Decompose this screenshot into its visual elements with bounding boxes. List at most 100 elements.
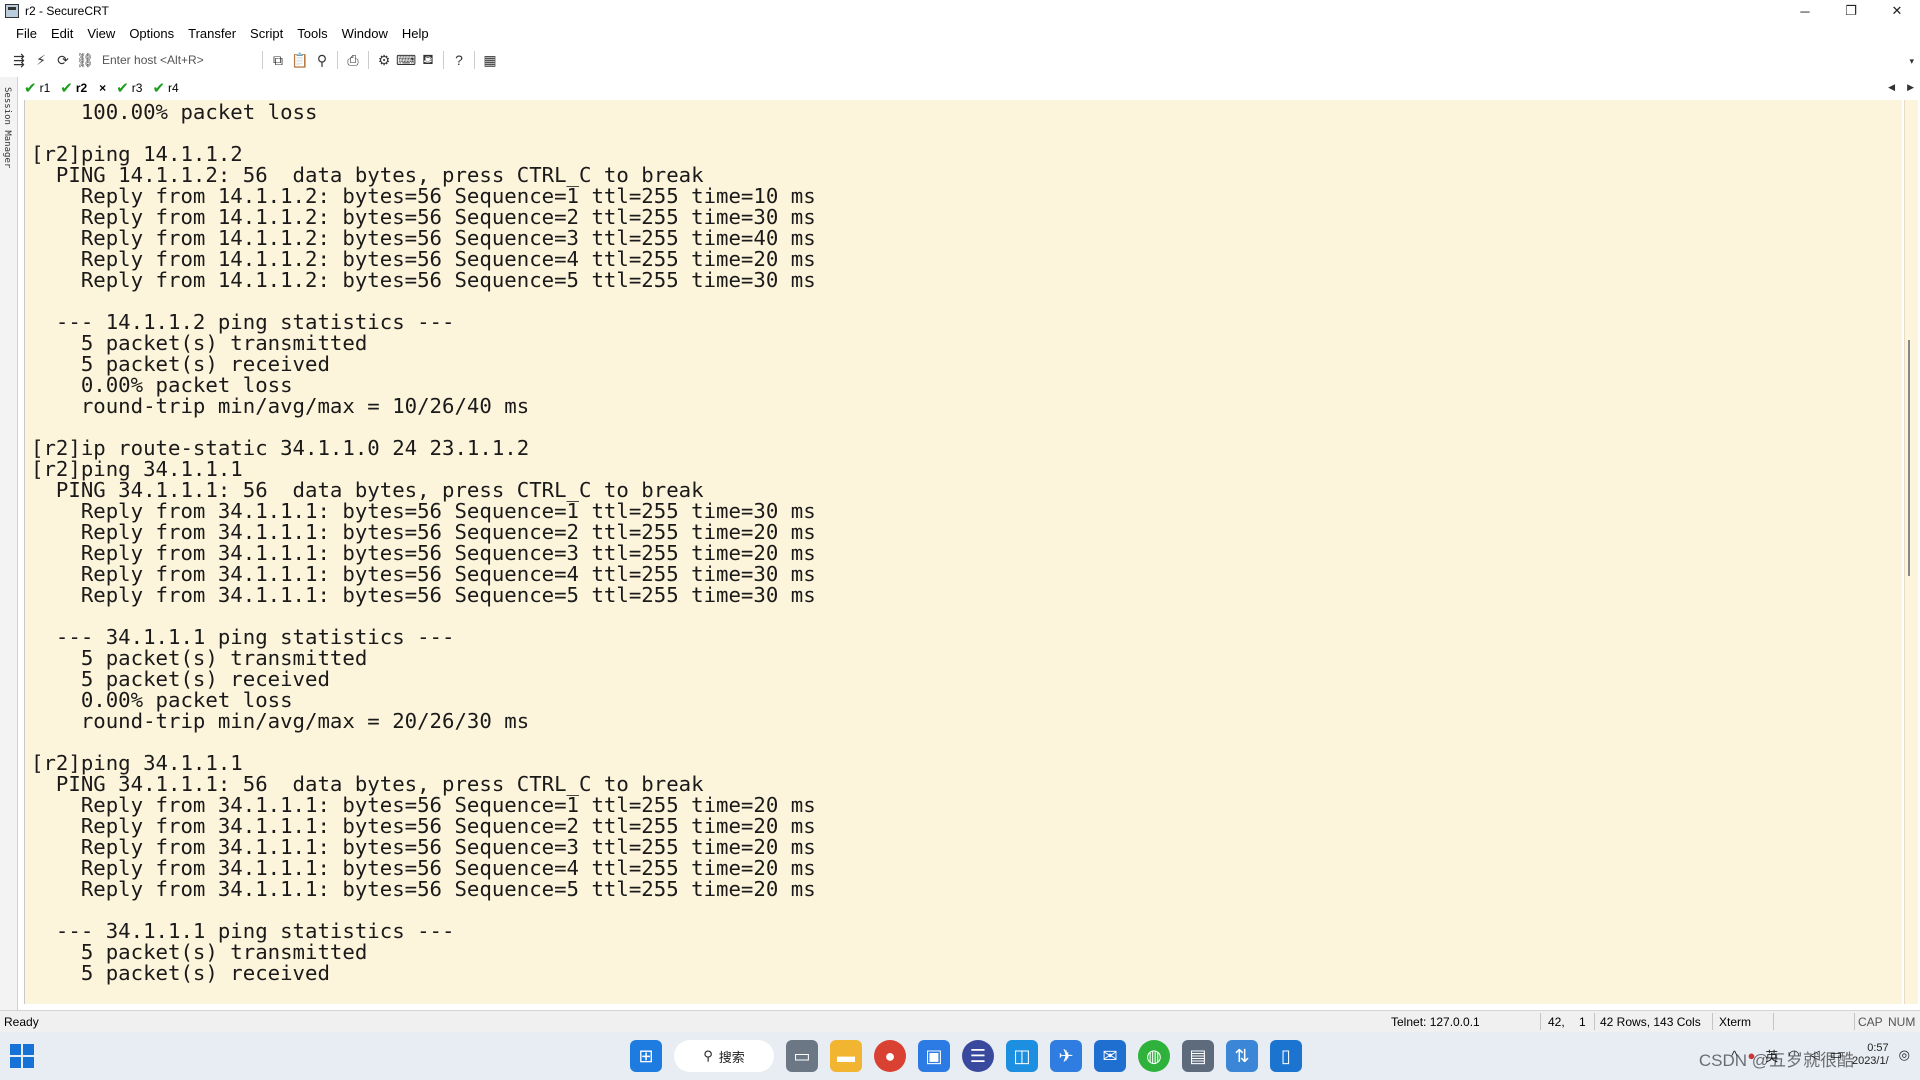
- scrollbar-thumb[interactable]: [1908, 340, 1910, 576]
- notification-icon[interactable]: ◎: [1899, 1047, 1910, 1063]
- pin-app-icon[interactable]: ✈: [1050, 1040, 1082, 1072]
- connected-check-icon: ✔: [116, 80, 129, 97]
- securecrt-taskbar-icon[interactable]: ▤: [1182, 1040, 1214, 1072]
- terminal-line: 5 packet(s) transmitted: [31, 646, 368, 670]
- tab-scroll-left-icon[interactable]: ◀: [1888, 82, 1895, 93]
- status-divider: [1854, 1013, 1855, 1030]
- window-title: r2 - SecureCRT: [25, 4, 109, 18]
- toolbar-overflow-icon[interactable]: ▾: [1909, 56, 1914, 67]
- securecrt-app-icon[interactable]: [5, 4, 19, 18]
- paste-icon[interactable]: 📋: [289, 50, 311, 70]
- terminal-line: [r2]ping 14.1.1.2: [31, 142, 243, 166]
- terminal-line: Reply from 34.1.1.1: bytes=56 Sequence=3…: [31, 835, 816, 859]
- find-icon[interactable]: ⚲: [311, 50, 333, 70]
- clock-time: 0:57: [1867, 1042, 1889, 1054]
- menu-file[interactable]: File: [0, 26, 44, 41]
- menu-tools[interactable]: Tools: [290, 26, 334, 41]
- session-manager-label: Session Manager: [2, 87, 12, 169]
- terminal-line: round-trip min/avg/max = 10/26/40 ms: [31, 394, 530, 418]
- menu-options[interactable]: Options: [122, 26, 181, 41]
- terminal-line: Reply from 34.1.1.1: bytes=56 Sequence=1…: [31, 499, 816, 523]
- start-icon[interactable]: [10, 1044, 34, 1068]
- screenshot-icon[interactable]: ▦: [479, 50, 501, 70]
- restore-button[interactable]: ❐: [1828, 0, 1874, 22]
- terminal-scrollbar[interactable]: [1904, 100, 1918, 1004]
- search-label: 搜索: [718, 1049, 745, 1065]
- store-icon[interactable]: ▣: [918, 1040, 950, 1072]
- terminal-line: Reply from 14.1.1.2: bytes=56 Sequence=2…: [31, 205, 816, 229]
- terminal-line: Reply from 34.1.1.1: bytes=56 Sequence=2…: [31, 520, 816, 544]
- tab-r1[interactable]: ✔ r1: [18, 78, 54, 98]
- chrome-icon[interactable]: ●: [874, 1040, 906, 1072]
- terminal-line: 5 packet(s) received: [31, 961, 330, 985]
- tab-scroll-controls: ◀ ▶: [1888, 82, 1914, 93]
- terminal-line: Reply from 34.1.1.1: bytes=56 Sequence=3…: [31, 541, 816, 565]
- terminal-line: --- 14.1.1.2 ping statistics ---: [31, 310, 455, 334]
- close-tab-icon[interactable]: ×: [99, 81, 106, 95]
- taskbar-search[interactable]: ⚲ 搜索: [674, 1040, 774, 1072]
- connected-check-icon: ✔: [24, 80, 37, 97]
- menu-window[interactable]: Window: [335, 26, 395, 41]
- phone-link-icon[interactable]: ▯: [1270, 1040, 1302, 1072]
- status-divider: [1540, 1013, 1541, 1030]
- toolbar-divider: [474, 51, 475, 69]
- csdn-watermark: CSDN @五岁就很酷: [1698, 1051, 1854, 1070]
- print-icon[interactable]: ⎙: [342, 50, 364, 70]
- keymap-icon[interactable]: ⌨: [395, 50, 417, 70]
- sftp-icon[interactable]: ⛾: [417, 50, 439, 70]
- window-controls: ─ ❐ ✕: [1782, 0, 1920, 22]
- tab-r3[interactable]: ✔ r3: [110, 78, 146, 98]
- network-tool-icon[interactable]: ⇅: [1226, 1040, 1258, 1072]
- minimize-button[interactable]: ─: [1782, 0, 1828, 22]
- tab-label: r1: [39, 81, 51, 95]
- remote-desktop-icon[interactable]: ◫: [1006, 1040, 1038, 1072]
- windows-logo-icon[interactable]: ⊞: [630, 1040, 662, 1072]
- host-input[interactable]: Enter host <Alt+R>: [102, 53, 252, 67]
- session-manager-strip[interactable]: Session Manager: [0, 77, 18, 1011]
- task-view-icon[interactable]: ▭: [786, 1040, 818, 1072]
- clock-date: 2023/1/: [1851, 1055, 1889, 1067]
- terminal-line: [r2]ping 34.1.1.1: [31, 457, 243, 481]
- menu-view[interactable]: View: [80, 26, 122, 41]
- terminal-view[interactable]: 100.00% packet loss [r2]ping 14.1.1.2 PIN…: [24, 100, 1902, 1004]
- quick-connect-icon[interactable]: ⚡: [30, 50, 52, 70]
- terminal-line: Reply from 34.1.1.1: bytes=56 Sequence=5…: [31, 583, 816, 607]
- taskbar-apps: ⊞ ⚲ 搜索 ▭ ▬ ● ▣ ☰ ◫ ✈ ✉ ◍ ▤ ⇅ ▯: [630, 1038, 1302, 1074]
- wechat-icon[interactable]: ◍: [1138, 1040, 1170, 1072]
- status-divider: [1594, 1013, 1595, 1030]
- status-cap: CAP: [1858, 1015, 1883, 1029]
- close-window-button[interactable]: ✕: [1874, 0, 1920, 22]
- status-terminal-type: Xterm: [1719, 1015, 1752, 1029]
- connect-icon[interactable]: ⇶: [8, 50, 30, 70]
- copy-icon[interactable]: ⧉: [267, 50, 289, 70]
- toolbar-divider: [262, 51, 263, 69]
- help-icon[interactable]: ?: [448, 50, 470, 70]
- menu-help[interactable]: Help: [395, 26, 436, 41]
- terminal-line: Reply from 34.1.1.1: bytes=56 Sequence=5…: [31, 877, 816, 901]
- terminal-line: PING 14.1.1.2: 56 data bytes, press CTRL…: [31, 163, 704, 187]
- menu-script[interactable]: Script: [243, 26, 290, 41]
- file-explorer-icon[interactable]: ▬: [830, 1040, 862, 1072]
- toolbar: ⇶ ⚡ ⟳ ⛓ Enter host <Alt+R> ⧉ 📋 ⚲ ⎙ ⚙ ⌨ ⛾…: [0, 48, 1920, 72]
- connected-check-icon: ✔: [152, 80, 166, 97]
- status-connection: Telnet: 127.0.0.1: [1391, 1015, 1480, 1029]
- status-row: 42,: [1548, 1015, 1565, 1029]
- status-bar: Ready Telnet: 127.0.0.1 42, 1 42 Rows, 1…: [0, 1010, 1920, 1032]
- eclipse-icon[interactable]: ☰: [962, 1040, 994, 1072]
- menu-transfer[interactable]: Transfer: [181, 26, 243, 41]
- reconnect-icon[interactable]: ⟳: [52, 50, 74, 70]
- mail-icon[interactable]: ✉: [1094, 1040, 1126, 1072]
- tab-r2[interactable]: ✔ r2 ×: [54, 78, 110, 98]
- clock[interactable]: 0:57 2023/1/: [1852, 1042, 1889, 1068]
- terminal-line: Reply from 34.1.1.1: bytes=56 Sequence=4…: [31, 856, 816, 880]
- status-divider: [1773, 1013, 1774, 1030]
- tab-r4[interactable]: ✔ r4: [146, 78, 182, 98]
- menu-edit[interactable]: Edit: [44, 26, 80, 41]
- disconnect-icon[interactable]: ⛓: [74, 50, 96, 70]
- session-tab-bar: ✔ r1 ✔ r2 × ✔ r3 ✔ r4 ◀ ▶: [18, 78, 1920, 98]
- tab-scroll-right-icon[interactable]: ▶: [1907, 82, 1914, 93]
- settings-icon[interactable]: ⚙: [373, 50, 395, 70]
